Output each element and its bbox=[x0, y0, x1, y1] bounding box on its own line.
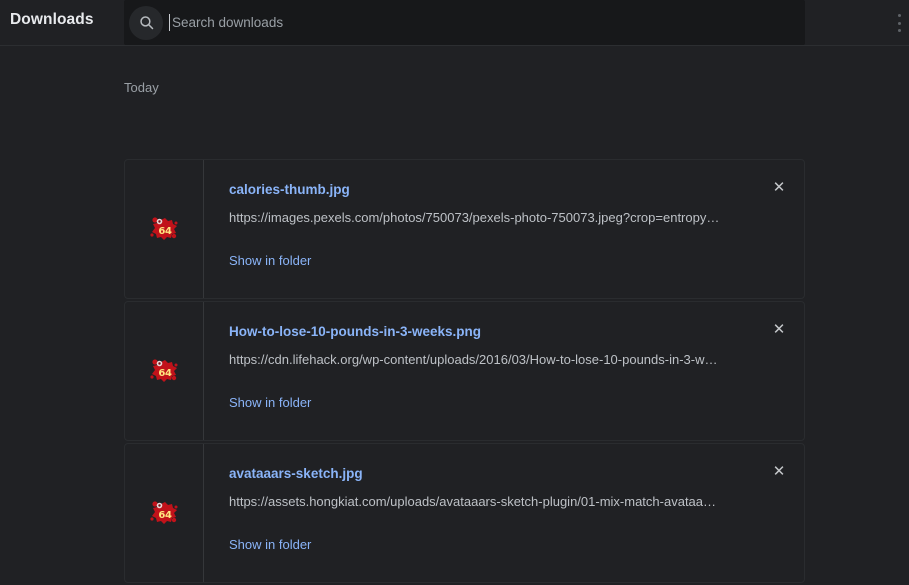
menu-dot bbox=[898, 14, 901, 17]
download-item[interactable]: 64 calories-thumb.jpg https://images.pex… bbox=[124, 159, 805, 299]
page-title: Downloads bbox=[10, 11, 94, 28]
close-icon[interactable]: ✕ bbox=[766, 316, 792, 342]
download-thumbnail: 64 bbox=[125, 160, 204, 298]
download-item[interactable]: 64 How-to-lose-10-pounds-in-3-weeks.png … bbox=[124, 301, 805, 441]
download-file-name-link[interactable]: How-to-lose-10-pounds-in-3-weeks.png bbox=[229, 324, 804, 340]
search-input[interactable]: Search downloads bbox=[172, 15, 283, 30]
download-info: How-to-lose-10-pounds-in-3-weeks.png htt… bbox=[204, 302, 804, 440]
red-splat-64-icon: 64 bbox=[147, 496, 181, 530]
download-info: avataaars-sketch.jpg https://assets.hong… bbox=[204, 444, 804, 582]
thumbnail-badge: 64 bbox=[158, 225, 172, 237]
date-group-header: Today bbox=[124, 80, 159, 95]
menu-dot bbox=[898, 29, 901, 32]
show-in-folder-link[interactable]: Show in folder bbox=[229, 395, 311, 410]
download-thumbnail: 64 bbox=[125, 302, 204, 440]
download-info: calories-thumb.jpg https://images.pexels… bbox=[204, 160, 804, 298]
download-file-name-link[interactable]: avataaars-sketch.jpg bbox=[229, 466, 804, 482]
download-source-url: https://assets.hongkiat.com/uploads/avat… bbox=[229, 494, 717, 510]
search-icon[interactable] bbox=[129, 5, 163, 40]
downloads-toolbar: Downloads Search downloads bbox=[0, 0, 909, 46]
more-vertical-icon[interactable] bbox=[898, 12, 909, 34]
search-downloads-field[interactable]: Search downloads bbox=[124, 0, 805, 45]
search-text-caret bbox=[169, 14, 170, 31]
show-in-folder-link[interactable]: Show in folder bbox=[229, 537, 311, 552]
show-in-folder-link[interactable]: Show in folder bbox=[229, 253, 311, 268]
downloads-list: 64 calories-thumb.jpg https://images.pex… bbox=[124, 159, 805, 585]
thumbnail-badge: 64 bbox=[158, 509, 172, 521]
download-file-name-link[interactable]: calories-thumb.jpg bbox=[229, 182, 804, 198]
downloads-content: Today 64 calories-thumb.jpg https://imag… bbox=[0, 46, 909, 583]
download-source-url: https://cdn.lifehack.org/wp-content/uplo… bbox=[229, 352, 718, 368]
red-splat-64-icon: 64 bbox=[147, 212, 181, 246]
download-source-url: https://images.pexels.com/photos/750073/… bbox=[229, 210, 720, 226]
close-icon[interactable]: ✕ bbox=[766, 458, 792, 484]
download-thumbnail: 64 bbox=[125, 444, 204, 582]
red-splat-64-icon: 64 bbox=[147, 354, 181, 388]
thumbnail-badge: 64 bbox=[158, 367, 172, 379]
download-item[interactable]: 64 avataaars-sketch.jpg https://assets.h… bbox=[124, 443, 805, 583]
close-icon[interactable]: ✕ bbox=[766, 174, 792, 200]
menu-dot bbox=[898, 21, 901, 25]
